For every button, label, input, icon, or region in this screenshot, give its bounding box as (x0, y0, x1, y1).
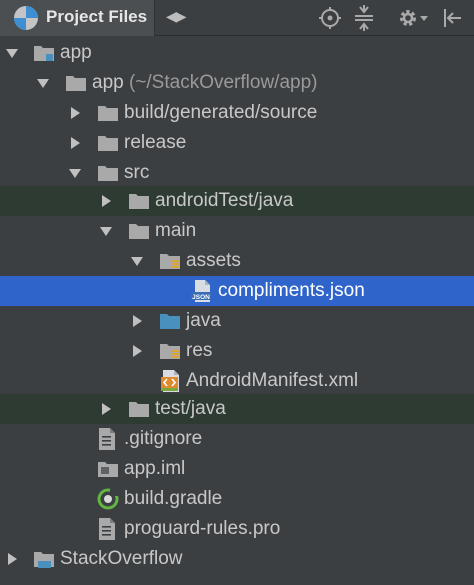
tree-row-main[interactable]: main (0, 216, 474, 246)
tree-row-release[interactable]: release (0, 128, 474, 158)
folder-icon (66, 76, 86, 91)
tree-row-proguard-rules[interactable]: proguard-rules.pro (0, 514, 474, 544)
collapsed-arrow-icon[interactable] (5, 552, 19, 566)
tree-label: androidTest/java (155, 190, 294, 211)
collapsed-arrow-icon[interactable] (68, 136, 82, 150)
expanded-arrow-icon[interactable] (130, 254, 144, 268)
resources-folder-icon (160, 254, 180, 269)
collapsed-arrow-icon[interactable] (130, 344, 144, 358)
xml-file-icon (161, 370, 179, 392)
tab-title: Project Files (46, 7, 148, 26)
target-locate-icon[interactable] (318, 0, 342, 36)
tree-row-app-iml[interactable]: app.iml (0, 454, 474, 484)
text-file-icon (99, 428, 115, 450)
tree-row-app-folder[interactable]: app (~/StackOverflow/app) (0, 68, 474, 98)
svg-text:JSON: JSON (192, 294, 210, 301)
tree-label: app.iml (124, 458, 186, 479)
collapsed-arrow-icon[interactable] (68, 106, 82, 120)
text-file-icon (99, 518, 115, 540)
tree-label: assets (186, 250, 241, 271)
folder-icon (98, 136, 118, 151)
folder-icon (129, 224, 149, 239)
tree-label: java (186, 310, 221, 331)
tree-label-path: (~/StackOverflow/app) (128, 72, 318, 93)
tab-switcher-icon[interactable]: ◀▶ (166, 8, 187, 25)
resources-folder-icon (160, 344, 180, 359)
tree-label: StackOverflow (60, 548, 183, 569)
tree-row-build-gradle[interactable]: build.gradle (0, 484, 474, 514)
collapsed-arrow-icon[interactable] (130, 314, 144, 328)
tree-row-stackoverflow[interactable]: StackOverflow (0, 544, 474, 574)
tree-label: build/generated/source (124, 102, 318, 123)
source-folder-icon (160, 314, 180, 329)
tree-row-build-generated-source[interactable]: build/generated/source (0, 98, 474, 128)
tree-row-java[interactable]: java (0, 306, 474, 336)
project-folder-icon (34, 552, 54, 568)
expanded-arrow-icon[interactable] (36, 76, 50, 90)
tree-label: src (124, 162, 150, 183)
tree-label: test/java (155, 398, 226, 419)
hide-panel-icon[interactable] (441, 0, 463, 36)
tree-label: build.gradle (124, 488, 223, 509)
tree-label: res (186, 340, 213, 361)
tree-row-androidtest-java[interactable]: androidTest/java (0, 186, 474, 216)
tree-row-test-java[interactable]: test/java (0, 394, 474, 424)
collapsed-arrow-icon[interactable] (99, 194, 113, 208)
gear-icon[interactable] (397, 0, 429, 36)
module-folder-icon (34, 46, 54, 61)
project-logo-icon (14, 6, 38, 30)
expanded-arrow-icon[interactable] (68, 166, 82, 180)
folder-icon (98, 106, 118, 121)
folder-icon (129, 194, 149, 209)
tree-label: AndroidManifest.xml (186, 370, 359, 391)
expanded-arrow-icon[interactable] (99, 224, 113, 238)
json-file-icon: JSON (191, 280, 211, 302)
tree-row-androidmanifest[interactable]: AndroidManifest.xml (0, 366, 474, 396)
tree-label: app (60, 42, 92, 63)
tree-row-app-module[interactable]: app (0, 38, 474, 68)
project-files-tab[interactable]: Project Files (0, 0, 155, 36)
tree-row-compliments-json[interactable]: JSON compliments.json (0, 276, 474, 306)
tree-label: proguard-rules.pro (124, 518, 281, 539)
tree-label: main (155, 220, 197, 241)
expanded-arrow-icon[interactable] (5, 46, 19, 60)
tree-row-assets[interactable]: assets (0, 246, 474, 276)
tree-label: app (~/StackOverflow/app) (92, 72, 318, 93)
tree-label: .gitignore (124, 428, 203, 449)
gradle-file-icon (97, 488, 119, 510)
tree-label: release (124, 132, 187, 153)
tree-row-gitignore[interactable]: .gitignore (0, 424, 474, 454)
tree-row-src[interactable]: src (0, 158, 474, 188)
tree-row-res[interactable]: res (0, 336, 474, 366)
collapsed-arrow-icon[interactable] (99, 402, 113, 416)
folder-icon (98, 166, 118, 181)
tree-label: compliments.json (218, 280, 365, 301)
project-toolbar: Project Files ◀▶ (0, 0, 474, 36)
collapse-all-icon[interactable] (353, 0, 375, 36)
module-file-icon (98, 462, 118, 477)
folder-icon (129, 402, 149, 417)
